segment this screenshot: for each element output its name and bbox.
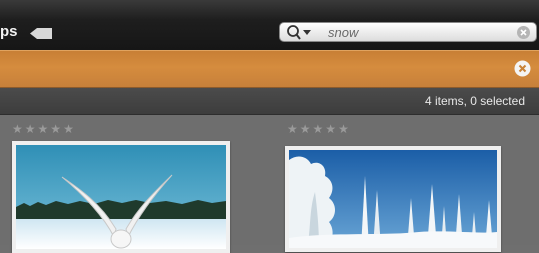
star-icon[interactable]: ★ xyxy=(63,123,74,135)
rating-stars[interactable]: ★ ★ ★ ★ ★ xyxy=(12,123,74,135)
star-icon[interactable]: ★ xyxy=(50,123,61,135)
search-input[interactable]: snow xyxy=(328,24,358,41)
back-arrow-icon[interactable] xyxy=(30,28,52,39)
media-grid: ★ ★ ★ ★ ★ ★ ★ ★ ★ ★ xyxy=(0,115,539,253)
close-icon[interactable] xyxy=(514,60,531,77)
top-toolbar: ps snow xyxy=(0,0,539,50)
clear-icon[interactable] xyxy=(517,26,530,39)
star-icon[interactable]: ★ xyxy=(25,123,36,135)
snowy-trees-thumbnail[interactable] xyxy=(285,146,501,252)
filter-bar xyxy=(0,50,539,88)
star-icon[interactable]: ★ xyxy=(338,123,349,135)
star-icon[interactable]: ★ xyxy=(12,123,23,135)
star-icon[interactable]: ★ xyxy=(313,123,324,135)
star-icon[interactable]: ★ xyxy=(325,123,336,135)
breadcrumb-label[interactable]: ps xyxy=(0,23,18,41)
owl-photo xyxy=(16,145,226,249)
rating-stars[interactable]: ★ ★ ★ ★ ★ xyxy=(287,123,349,135)
trees-photo xyxy=(289,150,497,248)
item-count-status: 4 items, 0 selected xyxy=(424,94,525,108)
search-icon[interactable] xyxy=(286,24,312,41)
status-bar: 4 items, 0 selected xyxy=(0,88,539,115)
star-icon[interactable]: ★ xyxy=(300,123,311,135)
search-field[interactable]: snow xyxy=(279,22,537,42)
star-icon[interactable]: ★ xyxy=(287,123,298,135)
star-icon[interactable]: ★ xyxy=(38,123,49,135)
snowy-owl-thumbnail[interactable] xyxy=(12,141,230,253)
